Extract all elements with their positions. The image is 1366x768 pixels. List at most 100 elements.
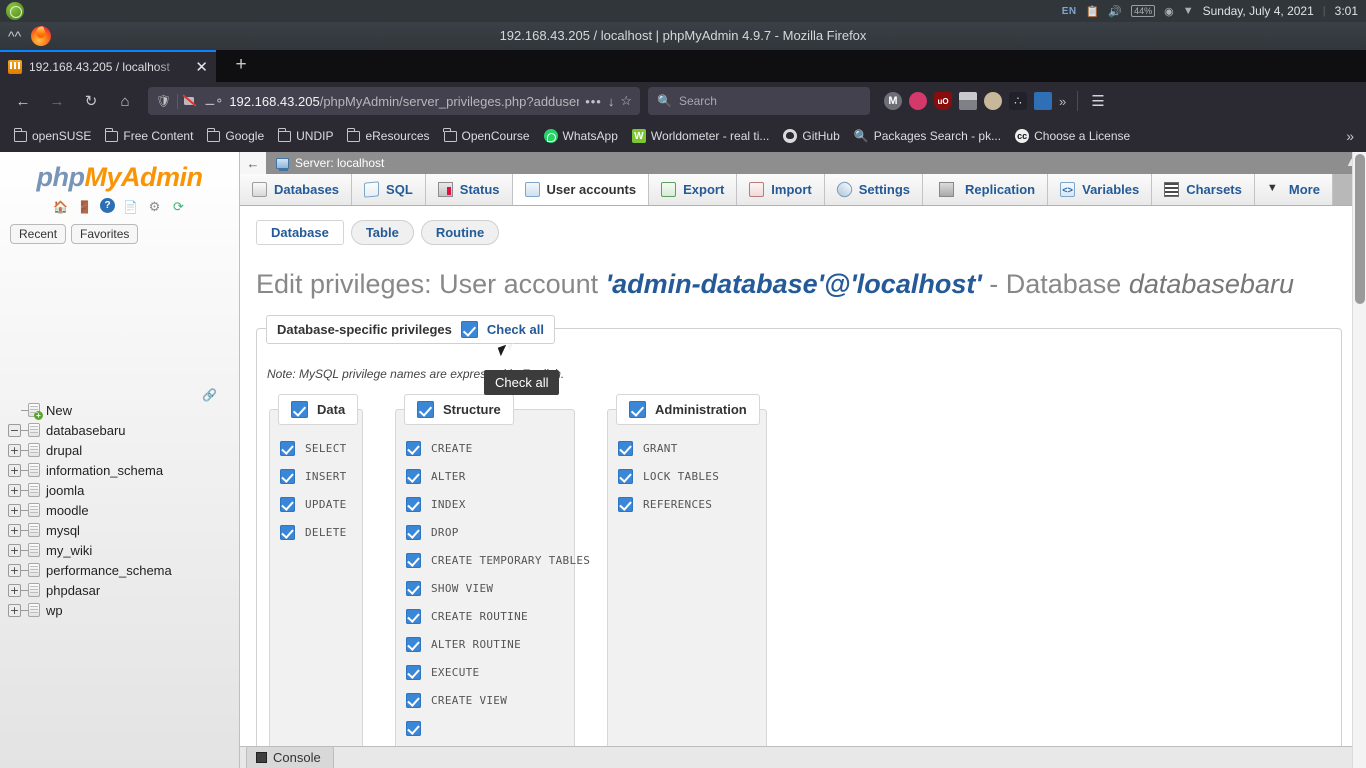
privilege-alter-routine[interactable]: ALTER ROUTINE (406, 630, 564, 658)
db-tree-item-mysql[interactable]: + mysql (0, 520, 239, 540)
tab-databases[interactable]: Databases (240, 174, 353, 205)
privilege-alter[interactable]: ALTER (406, 462, 564, 490)
reload-icon[interactable]: ⟳ (170, 198, 187, 215)
browser-menu-icon[interactable]: ☰ (1091, 92, 1104, 110)
bookmark-opensuse[interactable]: openSUSE (8, 126, 97, 146)
search-bar[interactable]: 🔍 Search (648, 87, 870, 115)
close-tab-icon[interactable]: ✕ (193, 60, 210, 75)
privilege-checkbox[interactable] (280, 440, 295, 456)
tab-settings[interactable]: Settings (824, 174, 924, 205)
forward-button[interactable]: → (42, 87, 72, 115)
opensuse-menu-icon[interactable] (6, 2, 24, 20)
clock-label[interactable]: 3:01 (1335, 4, 1358, 18)
expand-toggle-icon[interactable]: + (8, 483, 21, 497)
kde-connect-extension-icon[interactable]: ∴ (1009, 92, 1027, 110)
reload-button[interactable]: ↻ (76, 87, 106, 115)
privilege-grant[interactable]: GRANT (618, 434, 756, 462)
bookmark-whatsapp[interactable]: WhatsApp (538, 126, 624, 146)
new-tab-button[interactable]: + (228, 54, 254, 78)
expand-toggle-icon[interactable]: + (8, 603, 21, 617)
privilege-checkbox[interactable] (406, 524, 421, 540)
structure-group-checkbox[interactable] (417, 401, 434, 418)
console-bar[interactable]: Console (240, 746, 1366, 768)
check-all-label[interactable]: Check all (487, 322, 544, 337)
chevron-down-icon[interactable]: ▼ (1183, 5, 1194, 17)
tab-charsets[interactable]: Charsets (1152, 174, 1255, 205)
bookmark-undip[interactable]: UNDIP (272, 126, 339, 146)
privilege-create[interactable]: CREATE (406, 434, 564, 462)
bookmark-packages-search[interactable]: 🔍 Packages Search - pk... (848, 126, 1007, 146)
subtab-table[interactable]: Table (350, 220, 414, 245)
key-icon[interactable]: ⚊⚬ (205, 94, 225, 108)
privilege-delete[interactable]: DELETE (280, 518, 352, 546)
privilege-checkbox[interactable] (406, 468, 421, 484)
printer-extension-icon[interactable] (959, 92, 977, 110)
db-tree-item-moodle[interactable]: + moodle (0, 500, 239, 520)
tab-more[interactable]: ▼ More (1254, 174, 1333, 205)
db-tree-item-phpdasar[interactable]: + phpdasar (0, 580, 239, 600)
db-tree-item-drupal[interactable]: + drupal (0, 440, 239, 460)
expand-toggle-icon[interactable]: + (8, 463, 21, 477)
bookmark-github[interactable]: GitHub (777, 126, 845, 146)
db-tree-item-performance-schema[interactable]: + performance_schema (0, 560, 239, 580)
privilege-checkbox[interactable] (280, 496, 295, 512)
privilege-checkbox[interactable] (406, 496, 421, 512)
scrollbar-thumb[interactable] (1355, 154, 1365, 304)
bookmarks-overflow-icon[interactable]: » (1346, 128, 1358, 144)
privilege-checkbox[interactable] (406, 720, 421, 736)
tab-sql[interactable]: SQL (352, 174, 426, 205)
privilege-checkbox[interactable] (406, 580, 421, 596)
volume-icon[interactable]: 🔊 (1108, 5, 1122, 18)
privilege-checkbox[interactable] (406, 552, 421, 568)
tab-user-accounts[interactable]: User accounts (512, 174, 650, 205)
bookmark-opencourse[interactable]: OpenCourse (438, 126, 536, 146)
expand-toggle-icon[interactable]: + (8, 503, 21, 517)
phpmyadmin-logo[interactable]: phpMyAdmin (0, 152, 239, 193)
bookmark-eresources[interactable]: eResources (341, 126, 435, 146)
privilege-create-routine[interactable]: CREATE ROUTINE (406, 602, 564, 630)
privilege-index[interactable]: INDEX (406, 490, 564, 518)
tab-export[interactable]: Export (649, 174, 738, 205)
privilege-checkbox[interactable] (406, 664, 421, 680)
db-tree-item-joomla[interactable]: + joomla (0, 480, 239, 500)
bookmark-worldometer[interactable]: W Worldometer - real ti... (626, 126, 775, 146)
home-icon[interactable]: 🏠 (52, 198, 69, 215)
privilege-lock-tables[interactable]: LOCK TABLES (618, 462, 756, 490)
privilege-show-view[interactable]: SHOW VIEW (406, 574, 564, 602)
pocket-icon[interactable]: ↓ (608, 94, 615, 109)
privilege-checkbox[interactable] (406, 440, 421, 456)
privilege-checkbox[interactable] (406, 636, 421, 652)
privilege-checkbox[interactable] (618, 440, 633, 456)
check-all-checkbox[interactable] (460, 321, 478, 338)
db-tree-item-databasebaru[interactable]: − databasebaru (0, 420, 239, 440)
browser-tab[interactable]: 192.168.43.205 / localhost ✕ (0, 50, 216, 82)
bookmark-choose-a-license[interactable]: cc Choose a License (1009, 126, 1136, 146)
tab-variables[interactable]: <> Variables (1048, 174, 1153, 205)
privilege-insert[interactable]: INSERT (280, 462, 352, 490)
expand-toggle-icon[interactable]: + (8, 443, 21, 457)
date-label[interactable]: Sunday, July 4, 2021 (1203, 4, 1314, 18)
subtab-database[interactable]: Database (256, 220, 344, 245)
mega-extension-icon[interactable]: M (884, 92, 902, 110)
tab-import[interactable]: Import (737, 174, 825, 205)
bookmark-star-icon[interactable]: ☆ (620, 93, 632, 109)
privilege-select[interactable]: SELECT (280, 434, 352, 462)
bookmark-google[interactable]: Google (201, 126, 270, 146)
privacy-badger-extension-icon[interactable] (909, 92, 927, 110)
expand-toggle-icon[interactable]: + (8, 563, 21, 577)
expand-toggle-icon[interactable]: + (8, 523, 21, 537)
clipboard-icon[interactable]: 📋 (1086, 5, 1100, 18)
wifi-icon[interactable]: ◉ (1164, 5, 1174, 18)
logout-icon[interactable]: 🚪 (76, 198, 93, 215)
camera-blocked-icon[interactable] (184, 95, 198, 108)
administration-group-checkbox[interactable] (629, 401, 646, 418)
bookmark-free-content[interactable]: Free Content (99, 126, 199, 146)
expand-toggle-icon[interactable]: + (8, 583, 21, 597)
console-toggle[interactable]: Console (246, 746, 334, 768)
address-bar[interactable]: 🛡 ⚊⚬ 192.168.43.205/phpMyAdmin/server_pr… (148, 87, 640, 115)
privilege-checkbox[interactable] (618, 496, 633, 512)
ublock-origin-extension-icon[interactable]: uO (934, 92, 952, 110)
tab-replication[interactable]: Replication (923, 174, 1049, 205)
back-button[interactable]: ← (8, 87, 38, 115)
privilege-drop[interactable]: DROP (406, 518, 564, 546)
